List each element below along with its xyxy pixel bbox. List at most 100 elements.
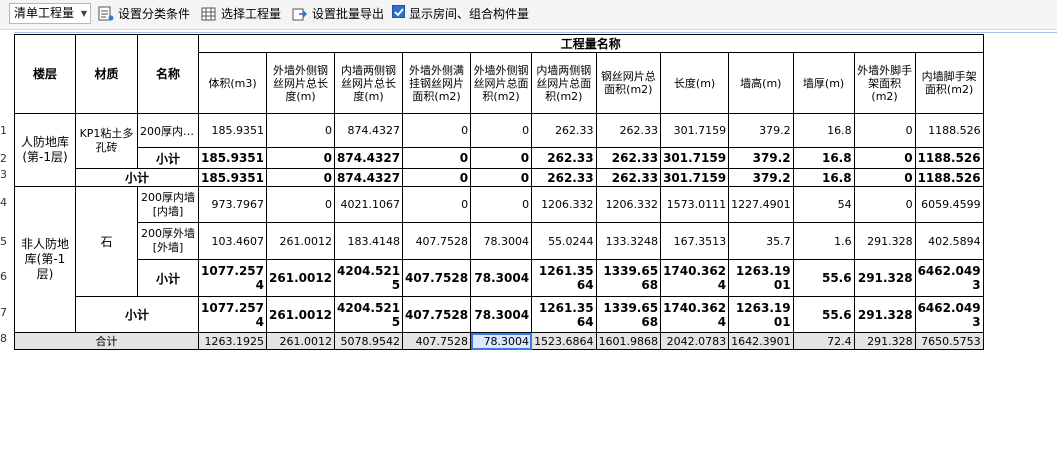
data-cell[interactable]: 0 bbox=[402, 186, 472, 223]
table-row[interactable]: 小计 185.9351 0 874.4327 0 0 262.33 262.33… bbox=[15, 168, 984, 187]
data-cell[interactable]: 133.3248 bbox=[595, 222, 662, 260]
data-cell[interactable]: 0 bbox=[402, 147, 472, 169]
show-room-checkbox-label[interactable]: 显示房间、组合构件量 bbox=[409, 4, 529, 24]
header-floor[interactable]: 楼层 bbox=[14, 34, 76, 114]
col-header[interactable]: 体积(m3) bbox=[197, 52, 268, 114]
data-cell[interactable]: 262.33 bbox=[531, 147, 597, 169]
data-cell[interactable]: 183.4148 bbox=[334, 222, 404, 260]
col-header[interactable]: 墙厚(m) bbox=[792, 52, 855, 114]
data-cell[interactable]: 0 bbox=[470, 168, 533, 187]
row-number[interactable]: 5 bbox=[0, 235, 10, 248]
col-header[interactable]: 内墙两侧钢丝网片总长度(m) bbox=[334, 52, 404, 114]
data-cell[interactable]: 1077.2574 bbox=[197, 296, 268, 333]
data-cell[interactable]: 1.6 bbox=[792, 222, 855, 260]
data-cell[interactable]: 874.4327 bbox=[334, 147, 404, 169]
data-cell[interactable]: 262.33 bbox=[595, 147, 662, 169]
data-cell[interactable]: 291.328 bbox=[853, 222, 916, 260]
data-cell[interactable]: 6462.0493 bbox=[914, 296, 984, 333]
col-header[interactable]: 外墙外侧钢丝网片总面积(m2) bbox=[470, 52, 533, 114]
data-cell[interactable]: 1740.3624 bbox=[660, 259, 730, 297]
total-label[interactable]: 合计 bbox=[14, 332, 199, 350]
data-cell[interactable]: 379.2 bbox=[728, 168, 794, 187]
data-cell[interactable]: 1206.332 bbox=[595, 186, 662, 223]
col-header[interactable]: 内墙两侧钢丝网片总面积(m2) bbox=[531, 52, 597, 114]
table-row[interactable]: 人防地库(第-1层) KP1粘土多孔砖 200厚内… 185.9351 0 87… bbox=[14, 113, 984, 187]
col-header[interactable]: 外墙外侧满挂钢丝网片面积(m2) bbox=[402, 52, 472, 114]
name-cell[interactable]: 200厚内… bbox=[137, 113, 199, 148]
material-cell[interactable]: KP1粘土多孔砖 bbox=[75, 113, 138, 169]
table-row[interactable]: 小计 1077.2574 261.0012 4204.5215 407.7528… bbox=[15, 259, 984, 297]
data-cell[interactable]: 1263.1901 bbox=[728, 259, 794, 297]
data-cell[interactable]: 973.7967 bbox=[197, 186, 268, 223]
data-cell[interactable]: 0 bbox=[470, 113, 533, 148]
col-header[interactable]: 钢丝网片总面积(m2) bbox=[595, 52, 662, 114]
data-cell[interactable]: 1601.9868 bbox=[595, 332, 662, 350]
data-cell[interactable]: 78.3004 bbox=[470, 296, 533, 333]
data-cell[interactable]: 1077.2574 bbox=[197, 259, 268, 297]
data-cell[interactable]: 1642.3901 bbox=[728, 332, 794, 350]
batch-export-button[interactable]: 设置批量导出 bbox=[292, 4, 387, 24]
data-cell[interactable]: 55.6 bbox=[792, 259, 855, 297]
data-cell[interactable]: 261.0012 bbox=[266, 259, 336, 297]
data-cell[interactable]: 0 bbox=[853, 113, 916, 148]
data-cell[interactable]: 1206.332 bbox=[531, 186, 597, 223]
data-cell[interactable]: 55.0244 bbox=[531, 222, 597, 260]
data-cell[interactable]: 0 bbox=[853, 168, 916, 187]
data-cell[interactable]: 16.8 bbox=[792, 168, 855, 187]
floor-cell[interactable]: 人防地库(第-1层) bbox=[14, 113, 76, 187]
col-header[interactable]: 墙高(m) bbox=[728, 52, 794, 114]
subtotal-label[interactable]: 小计 bbox=[75, 296, 199, 333]
data-cell[interactable]: 0 bbox=[402, 168, 472, 187]
data-cell[interactable]: 78.3004 bbox=[470, 222, 533, 260]
data-cell[interactable]: 402.5894 bbox=[914, 222, 984, 260]
data-cell[interactable]: 379.2 bbox=[728, 147, 794, 169]
table-row[interactable]: 200厚外墙[外墙] 103.4607 261.0012 183.4148 40… bbox=[15, 222, 984, 260]
data-cell[interactable]: 1188.526 bbox=[914, 168, 984, 187]
data-cell[interactable]: 874.4327 bbox=[334, 168, 404, 187]
data-cell[interactable]: 1339.6568 bbox=[595, 296, 662, 333]
data-cell[interactable]: 16.8 bbox=[792, 113, 855, 148]
row-number[interactable]: 7 bbox=[0, 306, 10, 319]
data-cell[interactable]: 0 bbox=[853, 147, 916, 169]
table-row[interactable]: 小计 185.9351 0 874.4327 0 0 262.33 262.33… bbox=[15, 147, 984, 169]
name-cell[interactable]: 200厚外墙[外墙] bbox=[137, 222, 199, 260]
row-number[interactable]: 6 bbox=[0, 270, 10, 283]
selected-cell[interactable]: 78.3004 bbox=[470, 332, 533, 350]
total-row[interactable]: 合计 1263.1925 261.0012 5078.9542 407.7528… bbox=[14, 332, 984, 350]
data-cell[interactable]: 0 bbox=[470, 147, 533, 169]
subtotal-label[interactable]: 小计 bbox=[137, 147, 199, 169]
data-cell[interactable]: 262.33 bbox=[531, 113, 597, 148]
data-cell[interactable]: 5078.9542 bbox=[334, 332, 404, 350]
data-cell[interactable]: 1263.1901 bbox=[728, 296, 794, 333]
data-cell[interactable]: 16.8 bbox=[792, 147, 855, 169]
data-cell[interactable]: 0 bbox=[402, 113, 472, 148]
data-cell[interactable]: 261.0012 bbox=[266, 332, 336, 350]
data-cell[interactable]: 291.328 bbox=[853, 259, 916, 297]
col-header[interactable]: 外墙外侧钢丝网片总长度(m) bbox=[266, 52, 336, 114]
col-header[interactable]: 外墙外脚手架面积(m2) bbox=[853, 52, 916, 114]
set-classify-conditions-button[interactable]: 设置分类条件 bbox=[98, 4, 193, 24]
data-cell[interactable]: 407.7528 bbox=[402, 332, 472, 350]
subtotal-label[interactable]: 小计 bbox=[137, 259, 199, 297]
col-header[interactable]: 内墙脚手架面积(m2) bbox=[914, 52, 984, 114]
data-cell[interactable]: 4204.5215 bbox=[334, 296, 404, 333]
subtotal-label[interactable]: 小计 bbox=[75, 168, 199, 187]
data-cell[interactable]: 291.328 bbox=[853, 296, 916, 333]
col-header[interactable]: 长度(m) bbox=[660, 52, 730, 114]
header-quantity-group[interactable]: 工程量名称 bbox=[198, 34, 984, 53]
data-cell[interactable]: 185.9351 bbox=[197, 147, 268, 169]
data-cell[interactable]: 0 bbox=[266, 113, 336, 148]
data-cell[interactable]: 54 bbox=[792, 186, 855, 223]
header-material[interactable]: 材质 bbox=[75, 34, 138, 114]
data-cell[interactable]: 55.6 bbox=[792, 296, 855, 333]
table-row[interactable]: 小计 1077.2574 261.0012 4204.5215 407.7528… bbox=[15, 296, 984, 333]
row-number[interactable]: 3 bbox=[0, 168, 10, 181]
data-cell[interactable]: 35.7 bbox=[728, 222, 794, 260]
row-number[interactable]: 8 bbox=[0, 332, 10, 345]
material-cell[interactable]: 石 bbox=[75, 186, 138, 297]
data-cell[interactable]: 4204.5215 bbox=[334, 259, 404, 297]
data-cell[interactable]: 1573.0111 bbox=[660, 186, 730, 223]
data-cell[interactable]: 2042.0783 bbox=[660, 332, 730, 350]
data-cell[interactable]: 874.4327 bbox=[334, 113, 404, 148]
row-number[interactable]: 2 bbox=[0, 152, 10, 165]
